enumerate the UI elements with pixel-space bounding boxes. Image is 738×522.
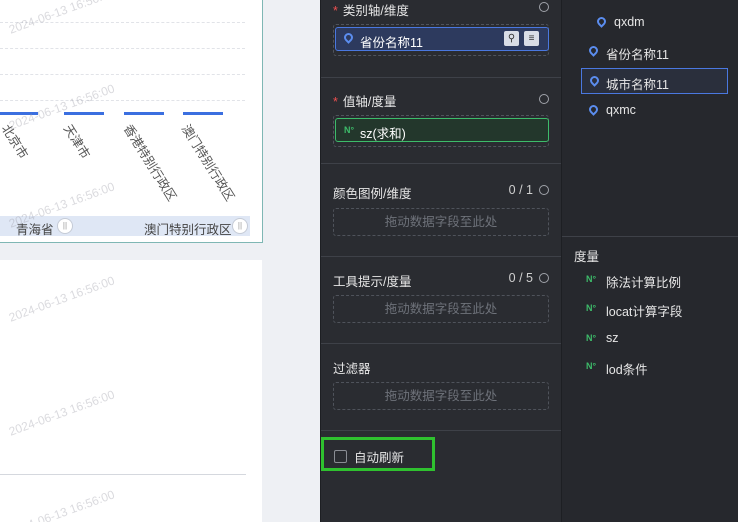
x-tick-label: 香港特别行政区 (120, 122, 179, 204)
gear-icon[interactable] (539, 2, 549, 12)
tooltip-section: 工具提示/度量 0 / 5 拖动数据字段至此处 (321, 256, 561, 344)
number-field-icon: N° (586, 303, 597, 313)
gridline (0, 22, 245, 23)
sort-icon[interactable]: ≡ (524, 31, 539, 46)
field-list-panel: qxdm 省份名称11 城市名称11 qxmc 度量 N° 除法计算比例 N° … (561, 0, 738, 522)
divider (562, 236, 738, 237)
slider-end-label: 澳门特别行政区 (144, 223, 232, 237)
dimension-label: qxdm (614, 15, 645, 29)
tooltip-title: 工具提示/度量 (333, 275, 412, 289)
category-axis-field-chip[interactable]: 省份名称11 ⚲ ≡ (335, 27, 549, 51)
auto-refresh-label: 自动刷新 (354, 451, 405, 465)
color-legend-title: 颜色图例/维度 (333, 187, 412, 201)
x-tick-label: 北京市 (0, 122, 31, 162)
measure-label: 除法计算比例 (606, 276, 682, 290)
slider-start-label: 青海省 (16, 223, 54, 237)
tooltip-dropzone[interactable]: 拖动数据字段至此处 (333, 295, 549, 323)
slider-end-handle[interactable]: || (232, 218, 248, 234)
dimension-item-selected[interactable]: 城市名称11 (581, 68, 728, 94)
bar-mark[interactable] (0, 112, 38, 115)
chart-widget-2[interactable] (0, 260, 262, 522)
axis-line (0, 474, 246, 475)
number-field-icon: N° (586, 333, 597, 343)
section-title: * 值轴/度量 (333, 91, 396, 110)
category-axis-section: * 类别轴/维度 省份名称11 ⚲ ≡ (321, 0, 561, 78)
chip-label: sz(求和) (360, 127, 406, 141)
drill-icon[interactable]: ⚲ (504, 31, 519, 46)
bar-mark[interactable] (183, 112, 223, 115)
chip-label: 省份名称11 (360, 36, 423, 50)
number-field-icon: N° (586, 274, 597, 284)
color-legend-section: 颜色图例/维度 0 / 1 拖动数据字段至此处 (321, 163, 561, 257)
location-pin-icon (587, 44, 600, 57)
location-pin-icon (595, 15, 608, 28)
auto-refresh-checkbox[interactable] (334, 450, 347, 463)
gear-icon[interactable] (539, 94, 549, 104)
gridline (0, 48, 245, 49)
gear-icon[interactable] (539, 273, 549, 283)
filter-dropzone[interactable]: 拖动数据字段至此处 (333, 382, 549, 410)
location-pin-icon (588, 74, 601, 87)
bar-mark[interactable] (64, 112, 104, 115)
color-legend-dropzone[interactable]: 拖动数据字段至此处 (333, 208, 549, 236)
field-count: 0 / 5 (508, 271, 533, 285)
gridline (0, 100, 245, 101)
measure-label: locat计算字段 (606, 305, 683, 319)
bar-mark[interactable] (124, 112, 164, 115)
number-field-icon: N° (586, 361, 597, 371)
bar-series (0, 112, 230, 115)
measures-heading: 度量 (574, 250, 600, 264)
gridline (0, 74, 245, 75)
measure-label: lod条件 (606, 363, 648, 377)
slider-start-handle[interactable]: || (57, 218, 73, 234)
location-pin-icon (342, 31, 355, 44)
auto-refresh-option[interactable]: 自动刷新 (321, 437, 435, 471)
location-pin-icon (587, 103, 600, 116)
filter-title: 过滤器 (333, 362, 371, 376)
section-title: * 类别轴/维度 (333, 0, 409, 19)
filter-section: 过滤器 拖动数据字段至此处 (321, 343, 561, 431)
measure-label: sz (606, 331, 619, 345)
field-count: 0 / 1 (508, 183, 533, 197)
value-axis-section: * 值轴/度量 N° sz(求和) (321, 77, 561, 164)
x-tick-label: 澳门特别行政区 (178, 122, 237, 204)
required-mark: * (333, 95, 338, 109)
x-tick-label: 天津市 (60, 122, 93, 162)
dimension-label: 城市名称11 (606, 78, 669, 92)
dimension-label: qxmc (606, 103, 636, 117)
datazoom-slider[interactable]: 青海省 || 澳门特别行政区 || (0, 216, 250, 237)
value-axis-title: 值轴/度量 (342, 95, 397, 109)
gear-icon[interactable] (539, 185, 549, 195)
value-axis-field-chip[interactable]: N° sz(求和) (335, 118, 549, 142)
chart-config-panel: * 类别轴/维度 省份名称11 ⚲ ≡ * 值轴/度量 N° sz(求和) 颜色图例… (320, 0, 561, 522)
dashboard-canvas: 北京市 天津市 香港特别行政区 澳门特别行政区 青海省 || 澳门特别行政区 |… (0, 0, 320, 522)
bar-chart-widget[interactable]: 北京市 天津市 香港特别行政区 澳门特别行政区 青海省 || 澳门特别行政区 |… (0, 0, 263, 243)
category-axis-title: 类别轴/维度 (342, 4, 409, 18)
dimension-label: 省份名称11 (606, 48, 669, 62)
number-field-icon: N° (344, 125, 355, 135)
required-mark: * (333, 4, 338, 18)
